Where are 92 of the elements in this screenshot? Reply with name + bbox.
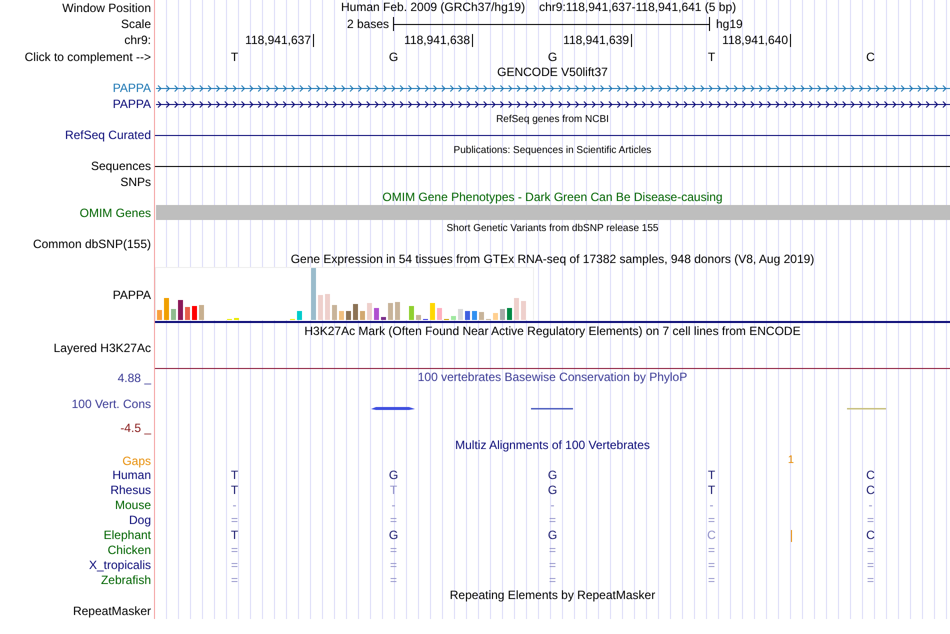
- species-label[interactable]: Mouse: [114, 498, 151, 512]
- gene-bar[interactable]: [156, 205, 950, 220]
- aligned-base: C: [866, 528, 875, 542]
- track-title: H3K27Ac Mark (Often Found Near Active Regulatory Elements) on 7 cell lines from ENCODE: [304, 324, 801, 338]
- aligned-base: G: [548, 528, 558, 542]
- gap-count: 1: [788, 453, 794, 468]
- coordinate-tick: 118,941,640: [722, 34, 791, 47]
- track-title: GENCODE V50lift37: [497, 65, 608, 79]
- aligned-base: =: [866, 543, 874, 557]
- base-letter: G: [388, 50, 398, 64]
- aligned-base: =: [548, 558, 556, 572]
- aligned-base: -: [232, 498, 236, 512]
- track-label[interactable]: Sequences: [90, 159, 151, 173]
- aligned-base: =: [230, 543, 238, 557]
- coordinate-tick: 118,941,639: [563, 34, 632, 47]
- aligned-base: T: [230, 528, 238, 542]
- aligned-base: =: [390, 513, 397, 527]
- species-label[interactable]: Rhesus: [110, 483, 151, 497]
- row-label[interactable]: Window Position: [62, 1, 151, 15]
- track-title: 100 vertebrates Basewise Conservation by PhyloP: [418, 370, 688, 384]
- aligned-base: =: [548, 543, 556, 557]
- species-label[interactable]: Human: [112, 468, 151, 482]
- aligned-base: =: [708, 573, 715, 587]
- aligned-base: C: [866, 468, 875, 482]
- aligned-base: =: [230, 573, 238, 587]
- scale-span: 2 bases: [346, 16, 390, 32]
- aligned-base: =: [866, 573, 874, 587]
- track-title: Multiz Alignments of 100 Vertebrates: [455, 438, 650, 452]
- species-label[interactable]: Zebrafish: [100, 573, 151, 587]
- base-letter: T: [708, 50, 716, 64]
- track-title: Repeating Elements by RepeatMasker: [450, 588, 656, 602]
- aligned-base: G: [388, 468, 398, 482]
- aligned-base: -: [392, 498, 396, 512]
- scale-assembly: hg19: [715, 16, 744, 32]
- track-description: RefSeq genes from NCBI: [496, 114, 609, 125]
- aligned-base: G: [388, 528, 398, 542]
- track-label[interactable]: OMIM Genes: [80, 206, 151, 220]
- track-label[interactable]: RefSeq Curated: [64, 128, 151, 142]
- aligned-base: -: [868, 498, 872, 512]
- track-description: Short Genetic Variants from dbSNP release 155: [446, 223, 658, 234]
- aligned-base: =: [230, 513, 238, 527]
- aligned-base: T: [230, 483, 238, 497]
- track-description: Publications: Sequences in Scientific Articles: [454, 145, 652, 156]
- aligned-base: C: [866, 483, 875, 497]
- base-letter: C: [866, 50, 875, 64]
- feature-line[interactable]: [155, 135, 950, 136]
- track-label[interactable]: Layered H3K27Ac: [54, 341, 151, 355]
- species-label[interactable]: X_tropicalis: [88, 558, 151, 572]
- aligned-base: =: [548, 573, 556, 587]
- aligned-base: T: [230, 468, 238, 482]
- complement-link[interactable]: Click to complement -->: [24, 50, 151, 64]
- base-letter: T: [230, 50, 238, 64]
- aligned-base: =: [390, 558, 397, 572]
- coordinate-tick: 118,941,637: [245, 34, 314, 47]
- base-letter: G: [548, 50, 558, 64]
- feature-line[interactable]: [155, 166, 950, 167]
- aligned-base: T: [708, 468, 716, 482]
- scale-max: 4.88 _: [118, 371, 151, 385]
- track-label[interactable]: Common dbSNP(155): [32, 237, 151, 251]
- gene-label[interactable]: PAPPA: [112, 97, 151, 111]
- aligned-base: =: [390, 573, 397, 587]
- aligned-base: =: [866, 558, 874, 572]
- row-label[interactable]: Scale: [120, 17, 151, 31]
- aligned-base: =: [708, 513, 715, 527]
- aligned-base: =: [708, 558, 715, 572]
- track-title: Gene Expression in 54 tissues from GTEx RNA-seq of 17382 samples, 948 donors (V8, Aug 2019): [290, 252, 814, 266]
- aligned-base: G: [548, 483, 558, 497]
- track-label[interactable]: 100 Vert. Cons: [72, 397, 151, 411]
- scale-min: -4.5 _: [120, 421, 151, 435]
- species-label[interactable]: Elephant: [104, 528, 151, 542]
- aligned-base: C: [707, 528, 716, 542]
- aligned-base: =: [230, 558, 238, 572]
- track-label[interactable]: SNPs: [120, 175, 151, 189]
- track-label[interactable]: PAPPA: [112, 288, 151, 302]
- row-label[interactable]: chr9:: [124, 33, 151, 47]
- assembly-name: Human Feb. 2009 (GRCh37/hg19): [341, 0, 526, 16]
- track-title: OMIM Gene Phenotypes - Dark Green Can Be Disease-causing: [382, 190, 723, 204]
- track-label[interactable]: RepeatMasker: [72, 604, 151, 618]
- aligned-base: G: [548, 468, 558, 482]
- aligned-base: T: [390, 483, 398, 497]
- aligned-base: T: [708, 483, 716, 497]
- gene-label[interactable]: PAPPA: [112, 81, 151, 95]
- aligned-base: -: [550, 498, 554, 512]
- position-range: chr9:118,941,637-118,941,641 (5 bp): [539, 0, 736, 16]
- species-label[interactable]: Dog: [128, 513, 151, 527]
- aligned-base: =: [548, 513, 556, 527]
- coordinate-tick: 118,941,638: [404, 34, 473, 47]
- aligned-base: =: [866, 513, 874, 527]
- species-label[interactable]: Chicken: [108, 543, 151, 557]
- aligned-base: =: [708, 543, 715, 557]
- aligned-base: -: [710, 498, 714, 512]
- aligned-base: =: [390, 543, 397, 557]
